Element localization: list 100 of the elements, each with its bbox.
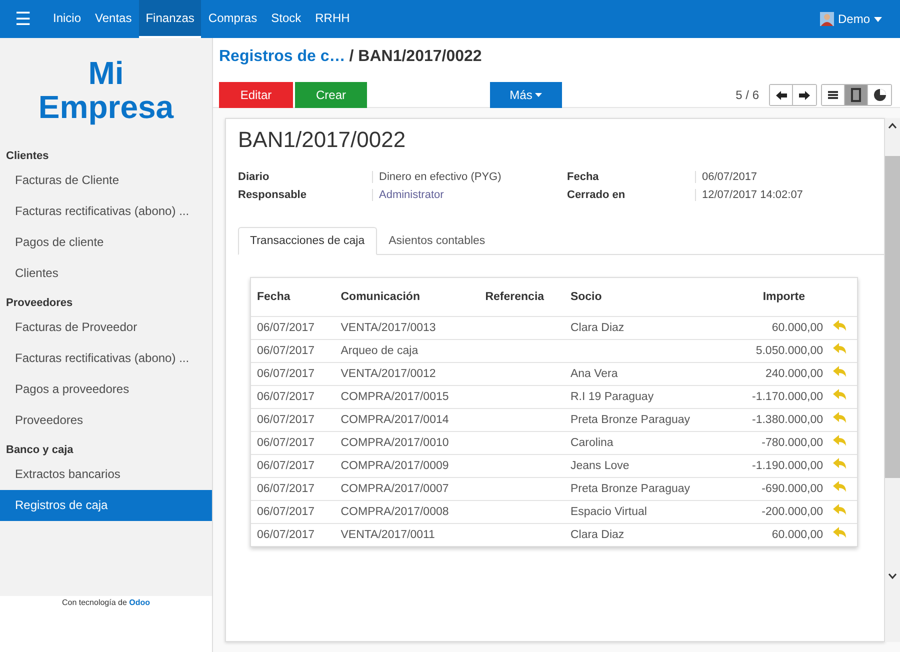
menu-icon[interactable]: ☰: [0, 0, 46, 38]
create-button[interactable]: Crear: [295, 82, 367, 108]
field-label: Diario: [238, 171, 270, 183]
sidebar-item[interactable]: Pagos de cliente: [0, 227, 212, 258]
column-header[interactable]: Referencia: [479, 278, 564, 316]
column-header[interactable]: Comunicación: [334, 278, 480, 316]
table-cell: VENTA/2017/0012: [334, 362, 480, 386]
table-cell: 60.000,00: [722, 316, 829, 340]
list-icon: [827, 89, 839, 101]
user-name[interactable]: Demo: [838, 12, 870, 26]
table-cell: Preta Bronze Paraguay: [564, 408, 723, 432]
table-cell: COMPRA/2017/0009: [334, 454, 480, 478]
table-cell: 240.000,00: [722, 362, 829, 386]
field-value: Dinero en efectivo (PYG): [372, 171, 567, 183]
app-menu-item[interactable]: Finanzas: [138, 0, 202, 38]
previous-button[interactable]: [770, 85, 793, 105]
app-menu-item[interactable]: Compras: [201, 0, 264, 38]
view-switch-button[interactable]: [845, 85, 868, 105]
table-cell: Preta Bronze Paraguay: [564, 478, 723, 500]
table-cell: 5.050.000,00: [722, 340, 829, 362]
table-cell: VENTA/2017/0011: [334, 524, 480, 546]
table-cell: 06/07/2017: [251, 454, 335, 478]
table-cell: COMPRA/2017/0008: [334, 500, 480, 524]
table-cell: Espacio Virtual: [564, 500, 723, 524]
table-cell: COMPRA/2017/0015: [334, 386, 480, 408]
table-cell: Carolina: [564, 432, 723, 454]
sidebar-item[interactable]: Facturas de Cliente: [0, 165, 212, 196]
form-icon: [850, 88, 862, 102]
table-cell: -200.000,00: [722, 500, 829, 524]
reconcile-arrow-icon[interactable]: [833, 389, 847, 402]
view-switch-button[interactable]: [822, 85, 845, 105]
sidebar-item[interactable]: Extractos bancarios: [0, 459, 212, 490]
scrollbar[interactable]: [885, 118, 900, 642]
sidebar-item[interactable]: Pagos a proveedores: [0, 374, 212, 405]
tab[interactable]: Transacciones de caja: [238, 227, 377, 255]
section-heading: Clientes: [5, 149, 50, 164]
field-label: Responsable: [238, 189, 308, 201]
table-cell: 06/07/2017: [251, 524, 335, 546]
arrow-right-icon: [799, 90, 810, 100]
reconcile-arrow-icon[interactable]: [833, 366, 847, 379]
reconcile-arrow-icon[interactable]: [833, 481, 847, 494]
field-value: 06/07/2017: [695, 171, 865, 183]
table-cell: 60.000,00: [722, 524, 829, 546]
breadcrumb-current: / BAN1/2017/0022: [349, 48, 482, 67]
table-cell: 06/07/2017: [251, 432, 335, 454]
table-cell: 06/07/2017: [251, 500, 335, 524]
reconcile-arrow-icon[interactable]: [833, 412, 847, 425]
reconcile-arrow-icon[interactable]: [833, 458, 847, 471]
company-logo: Mi Empresa: [37, 54, 175, 127]
sidebar-item[interactable]: Clientes: [0, 258, 212, 289]
sidebar-item[interactable]: Facturas rectificativas (abono) ...: [0, 196, 212, 227]
table-cell: Ana Vera: [564, 362, 723, 386]
column-header[interactable]: Importe: [722, 278, 829, 316]
section-heading: Proveedores: [5, 296, 74, 311]
table-cell: COMPRA/2017/0007: [334, 478, 480, 500]
table-cell: 06/07/2017: [251, 408, 335, 432]
reconcile-arrow-icon[interactable]: [833, 320, 847, 333]
table-cell: COMPRA/2017/0010: [334, 432, 480, 454]
table-cell: 06/07/2017: [251, 386, 335, 408]
caret-icon: [874, 16, 882, 22]
table-cell: R.I 19 Paraguay: [564, 386, 723, 408]
pager-counter: 5 / 6: [736, 88, 759, 102]
reconcile-arrow-icon[interactable]: [833, 435, 847, 448]
table-cell: Clara Diaz: [564, 316, 723, 340]
avatar-icon: [820, 12, 834, 26]
table-cell: Arqueo de caja: [334, 340, 480, 362]
caret-icon: [535, 93, 542, 97]
sidebar-item[interactable]: Proveedores: [0, 405, 212, 436]
reconcile-arrow-icon[interactable]: [833, 343, 847, 356]
sidebar-item[interactable]: Facturas rectificativas (abono) ...: [0, 343, 212, 374]
field-link[interactable]: Administrator: [372, 189, 567, 201]
column-header[interactable]: Socio: [564, 278, 723, 316]
column-header[interactable]: Fecha: [251, 278, 335, 316]
table-cell: 06/07/2017: [251, 316, 335, 340]
reconcile-arrow-icon[interactable]: [833, 527, 847, 540]
arrow-left-icon: [776, 90, 786, 100]
section-heading: Banco y caja: [5, 443, 74, 458]
more-button[interactable]: Más: [490, 82, 562, 108]
app-menu-item[interactable]: RRHH: [308, 0, 357, 38]
record-title: BAN1/2017/0022: [238, 127, 407, 154]
breadcrumb-link[interactable]: Registros de c…: [219, 48, 346, 70]
tab[interactable]: Asientos contables: [376, 227, 498, 255]
reconcile-arrow-icon[interactable]: [833, 504, 847, 517]
app-menu-item[interactable]: Inicio: [46, 0, 88, 38]
field-value: 12/07/2017 14:02:07: [695, 189, 865, 201]
table-cell: 06/07/2017: [251, 362, 335, 386]
table-cell: -1.190.000,00: [722, 454, 829, 478]
table-cell: -1.170.000,00: [722, 386, 829, 408]
sidebar-item[interactable]: Facturas de Proveedor: [0, 312, 212, 343]
chart-icon: [872, 88, 886, 102]
table-cell: VENTA/2017/0013: [334, 316, 480, 340]
table-cell: Clara Diaz: [564, 524, 723, 546]
table-cell: -780.000,00: [722, 432, 829, 454]
powered-by-text: Con tecnología de Odoo: [60, 597, 152, 607]
table-cell: -690.000,00: [722, 478, 829, 500]
sidebar-item[interactable]: Registros de caja: [0, 490, 212, 521]
app-menu-item[interactable]: Stock: [264, 0, 308, 38]
app-menu-item[interactable]: Ventas: [88, 0, 139, 38]
edit-button[interactable]: Editar: [219, 82, 293, 108]
table-cell: Jeans Love: [564, 454, 723, 478]
